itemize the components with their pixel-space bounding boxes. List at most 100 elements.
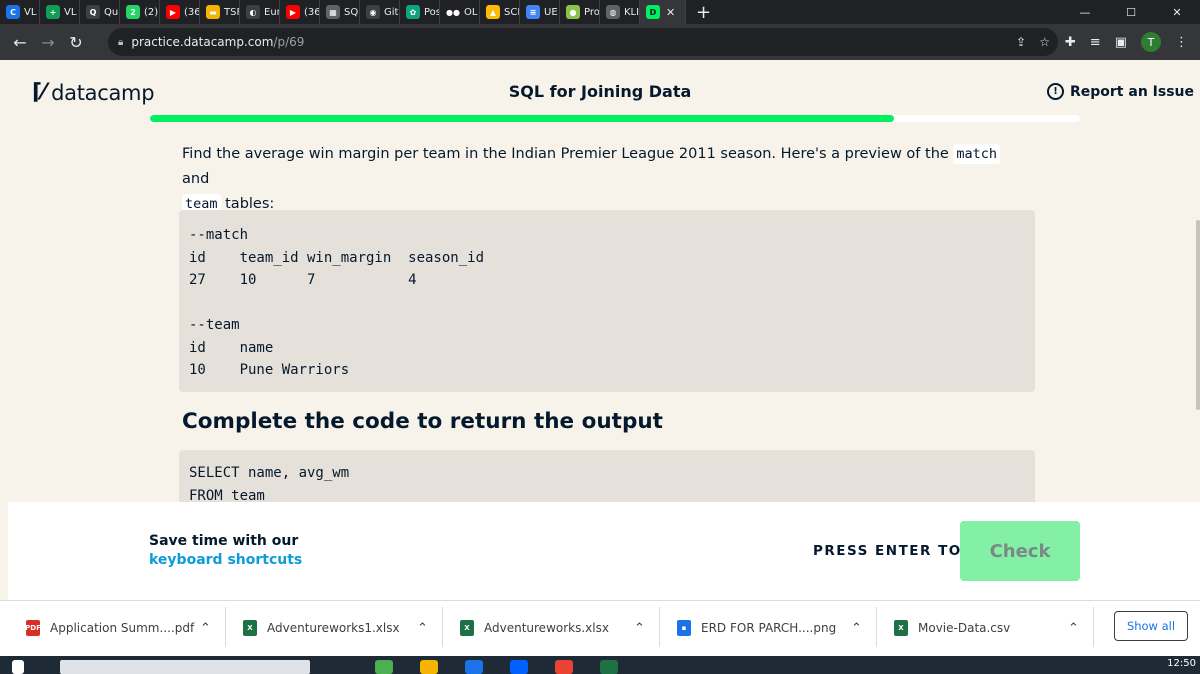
minimize-icon[interactable]: — bbox=[1062, 0, 1108, 24]
course-title: SQL for Joining Data bbox=[508, 82, 692, 101]
download-filename: Application Summ....pdf bbox=[50, 621, 195, 635]
alert-circle-icon: ! bbox=[1046, 83, 1064, 100]
browser-tab[interactable]: 2 (2) bbox=[120, 0, 160, 24]
browser-tab[interactable]: ▲ SCI bbox=[480, 0, 520, 24]
csv-file-icon: X bbox=[894, 620, 908, 636]
png-file-icon: ▪ bbox=[677, 620, 691, 636]
extensions-icon[interactable]: ✚ bbox=[1065, 35, 1076, 50]
chevron-up-icon[interactable]: ⌃ bbox=[1068, 611, 1079, 645]
dropbox-icon[interactable] bbox=[510, 660, 528, 674]
chevron-up-icon[interactable]: ⌃ bbox=[200, 611, 211, 645]
browser-tab[interactable]: ◍ KLI bbox=[600, 0, 640, 24]
download-shelf: Show all PDF Application Summ....pdf ⌃ X Adv… bbox=[0, 600, 1200, 656]
download-item[interactable]: ▪ ERD FOR PARCH....png bbox=[677, 611, 836, 645]
download-item[interactable]: X Movie-Data.csv bbox=[894, 611, 1010, 645]
keyboard-shortcuts-link[interactable]: keyboard shortcuts bbox=[149, 551, 302, 570]
tab-favicon-icon: ▬ bbox=[206, 5, 220, 19]
download-separator bbox=[876, 607, 877, 647]
back-arrow-icon[interactable]: ← bbox=[6, 28, 34, 56]
profile-avatar[interactable]: T bbox=[1141, 32, 1161, 52]
browser-tab[interactable]: ● Pro bbox=[560, 0, 600, 24]
reload-icon[interactable]: ↻ bbox=[62, 28, 90, 56]
url-path: /p/69 bbox=[273, 35, 305, 49]
course-progress-bar bbox=[150, 115, 1080, 122]
browser-tab[interactable]: Q Qu bbox=[80, 0, 120, 24]
tab-title: (36 bbox=[304, 6, 320, 18]
store-icon[interactable] bbox=[465, 660, 483, 674]
reading-list-icon[interactable]: ≡ bbox=[1090, 35, 1101, 50]
file-explorer-icon[interactable] bbox=[420, 660, 438, 674]
browser-tab[interactable]: ≡ UE bbox=[520, 0, 560, 24]
browser-tab[interactable]: ●● OL bbox=[440, 0, 480, 24]
maximize-icon[interactable]: ☐ bbox=[1108, 0, 1154, 24]
browser-tab[interactable]: ▶ (36 bbox=[160, 0, 200, 24]
tab-favicon-icon: ▲ bbox=[486, 5, 500, 19]
report-issue-button[interactable]: ! Report an Issue bbox=[1046, 83, 1194, 100]
tab-title: Qu bbox=[104, 6, 119, 18]
new-tab-icon[interactable]: + bbox=[686, 2, 711, 23]
start-icon[interactable] bbox=[12, 660, 24, 674]
datacamp-favicon-icon: D bbox=[646, 5, 660, 19]
browser-tab[interactable]: ▦ SQ bbox=[320, 0, 360, 24]
tab-favicon-icon: ▶ bbox=[286, 5, 300, 19]
close-window-icon[interactable]: ✕ bbox=[1154, 0, 1200, 24]
chevron-up-icon[interactable]: ⌃ bbox=[634, 611, 645, 645]
download-separator bbox=[659, 607, 660, 647]
address-bar[interactable]: 🔒︎ practice.datacamp.com/p/69 ⇪ ☆ bbox=[108, 28, 1058, 56]
app-icon[interactable] bbox=[555, 660, 573, 674]
download-item[interactable]: X Adventureworks.xlsx bbox=[460, 611, 609, 645]
lock-icon: 🔒︎ bbox=[118, 36, 124, 48]
check-button[interactable]: Check bbox=[960, 521, 1080, 581]
browser-tab[interactable]: ◐ Eur bbox=[240, 0, 280, 24]
download-item[interactable]: PDF Application Summ....pdf bbox=[25, 611, 195, 645]
browser-tab[interactable]: ▶ (36 bbox=[280, 0, 320, 24]
browser-tab[interactable]: C VL bbox=[0, 0, 40, 24]
close-tab-icon[interactable]: ✕ bbox=[666, 6, 675, 19]
course-progress-fill bbox=[150, 115, 894, 122]
excel-icon[interactable] bbox=[600, 660, 618, 674]
search-icon[interactable] bbox=[60, 660, 310, 674]
download-filename: Adventureworks1.xlsx bbox=[267, 621, 400, 635]
tab-title: TSF bbox=[224, 6, 239, 18]
taskbar-clock: 12:50 bbox=[1167, 658, 1196, 669]
chrome-icon[interactable] bbox=[375, 660, 393, 674]
exercise-prompt: Find the average win margin per team in … bbox=[182, 142, 1022, 217]
menu-kebab-icon[interactable]: ⋮ bbox=[1175, 35, 1188, 50]
tab-favicon-icon: ◐ bbox=[246, 5, 260, 19]
bookmark-star-icon[interactable]: ☆ bbox=[1039, 35, 1050, 49]
page-scrollbar[interactable] bbox=[1196, 220, 1200, 410]
download-filename: Movie-Data.csv bbox=[918, 621, 1011, 635]
browser-tab[interactable]: ▬ TSF bbox=[200, 0, 240, 24]
url-host: practice.datacamp.com bbox=[131, 35, 274, 49]
download-separator bbox=[225, 607, 226, 647]
browser-tab[interactable]: ✿ Pos bbox=[400, 0, 440, 24]
tab-favicon-icon: ◍ bbox=[606, 5, 620, 19]
browser-tab[interactable]: ◉ Git bbox=[360, 0, 400, 24]
download-item[interactable]: X Adventureworks1.xlsx bbox=[243, 611, 400, 645]
download-filename: Adventureworks.xlsx bbox=[484, 621, 609, 635]
prompt-text-2: and bbox=[182, 171, 210, 187]
browser-tab-strip: C VL + VL Q Qu 2 (2) ▶ (36 ▬ TSF ◐ Eur ▶ (36 ▦ SQ ◉ Git ✿ Pos… bbox=[0, 0, 1200, 24]
window-controls: — ☐ ✕ bbox=[1062, 0, 1200, 24]
tab-title: VL bbox=[64, 6, 77, 18]
xlsx-file-icon: X bbox=[243, 620, 257, 636]
active-browser-tab[interactable]: D ✕ bbox=[640, 0, 686, 24]
show-all-button[interactable]: Show all bbox=[1114, 611, 1188, 641]
tab-title: SCI bbox=[504, 6, 520, 18]
chevron-up-icon[interactable]: ⌃ bbox=[417, 611, 428, 645]
browser-tab[interactable]: + VL bbox=[40, 0, 80, 24]
tab-title: UE bbox=[544, 6, 558, 18]
side-panel-icon[interactable]: ▣ bbox=[1115, 35, 1127, 50]
forward-arrow-icon[interactable]: → bbox=[34, 28, 62, 56]
press-enter-hint: PRESS ENTER TO bbox=[813, 543, 962, 559]
tab-title: Pos bbox=[424, 6, 440, 18]
tab-title: OL bbox=[464, 6, 478, 18]
download-separator bbox=[442, 607, 443, 647]
share-icon[interactable]: ⇪ bbox=[1016, 35, 1026, 49]
tab-favicon-icon: ● bbox=[566, 5, 580, 19]
download-separator bbox=[1093, 607, 1094, 647]
chevron-up-icon[interactable]: ⌃ bbox=[851, 611, 862, 645]
tab-title: KLI bbox=[624, 6, 640, 18]
tab-favicon-icon: 2 bbox=[126, 5, 140, 19]
xlsx-file-icon: X bbox=[460, 620, 474, 636]
